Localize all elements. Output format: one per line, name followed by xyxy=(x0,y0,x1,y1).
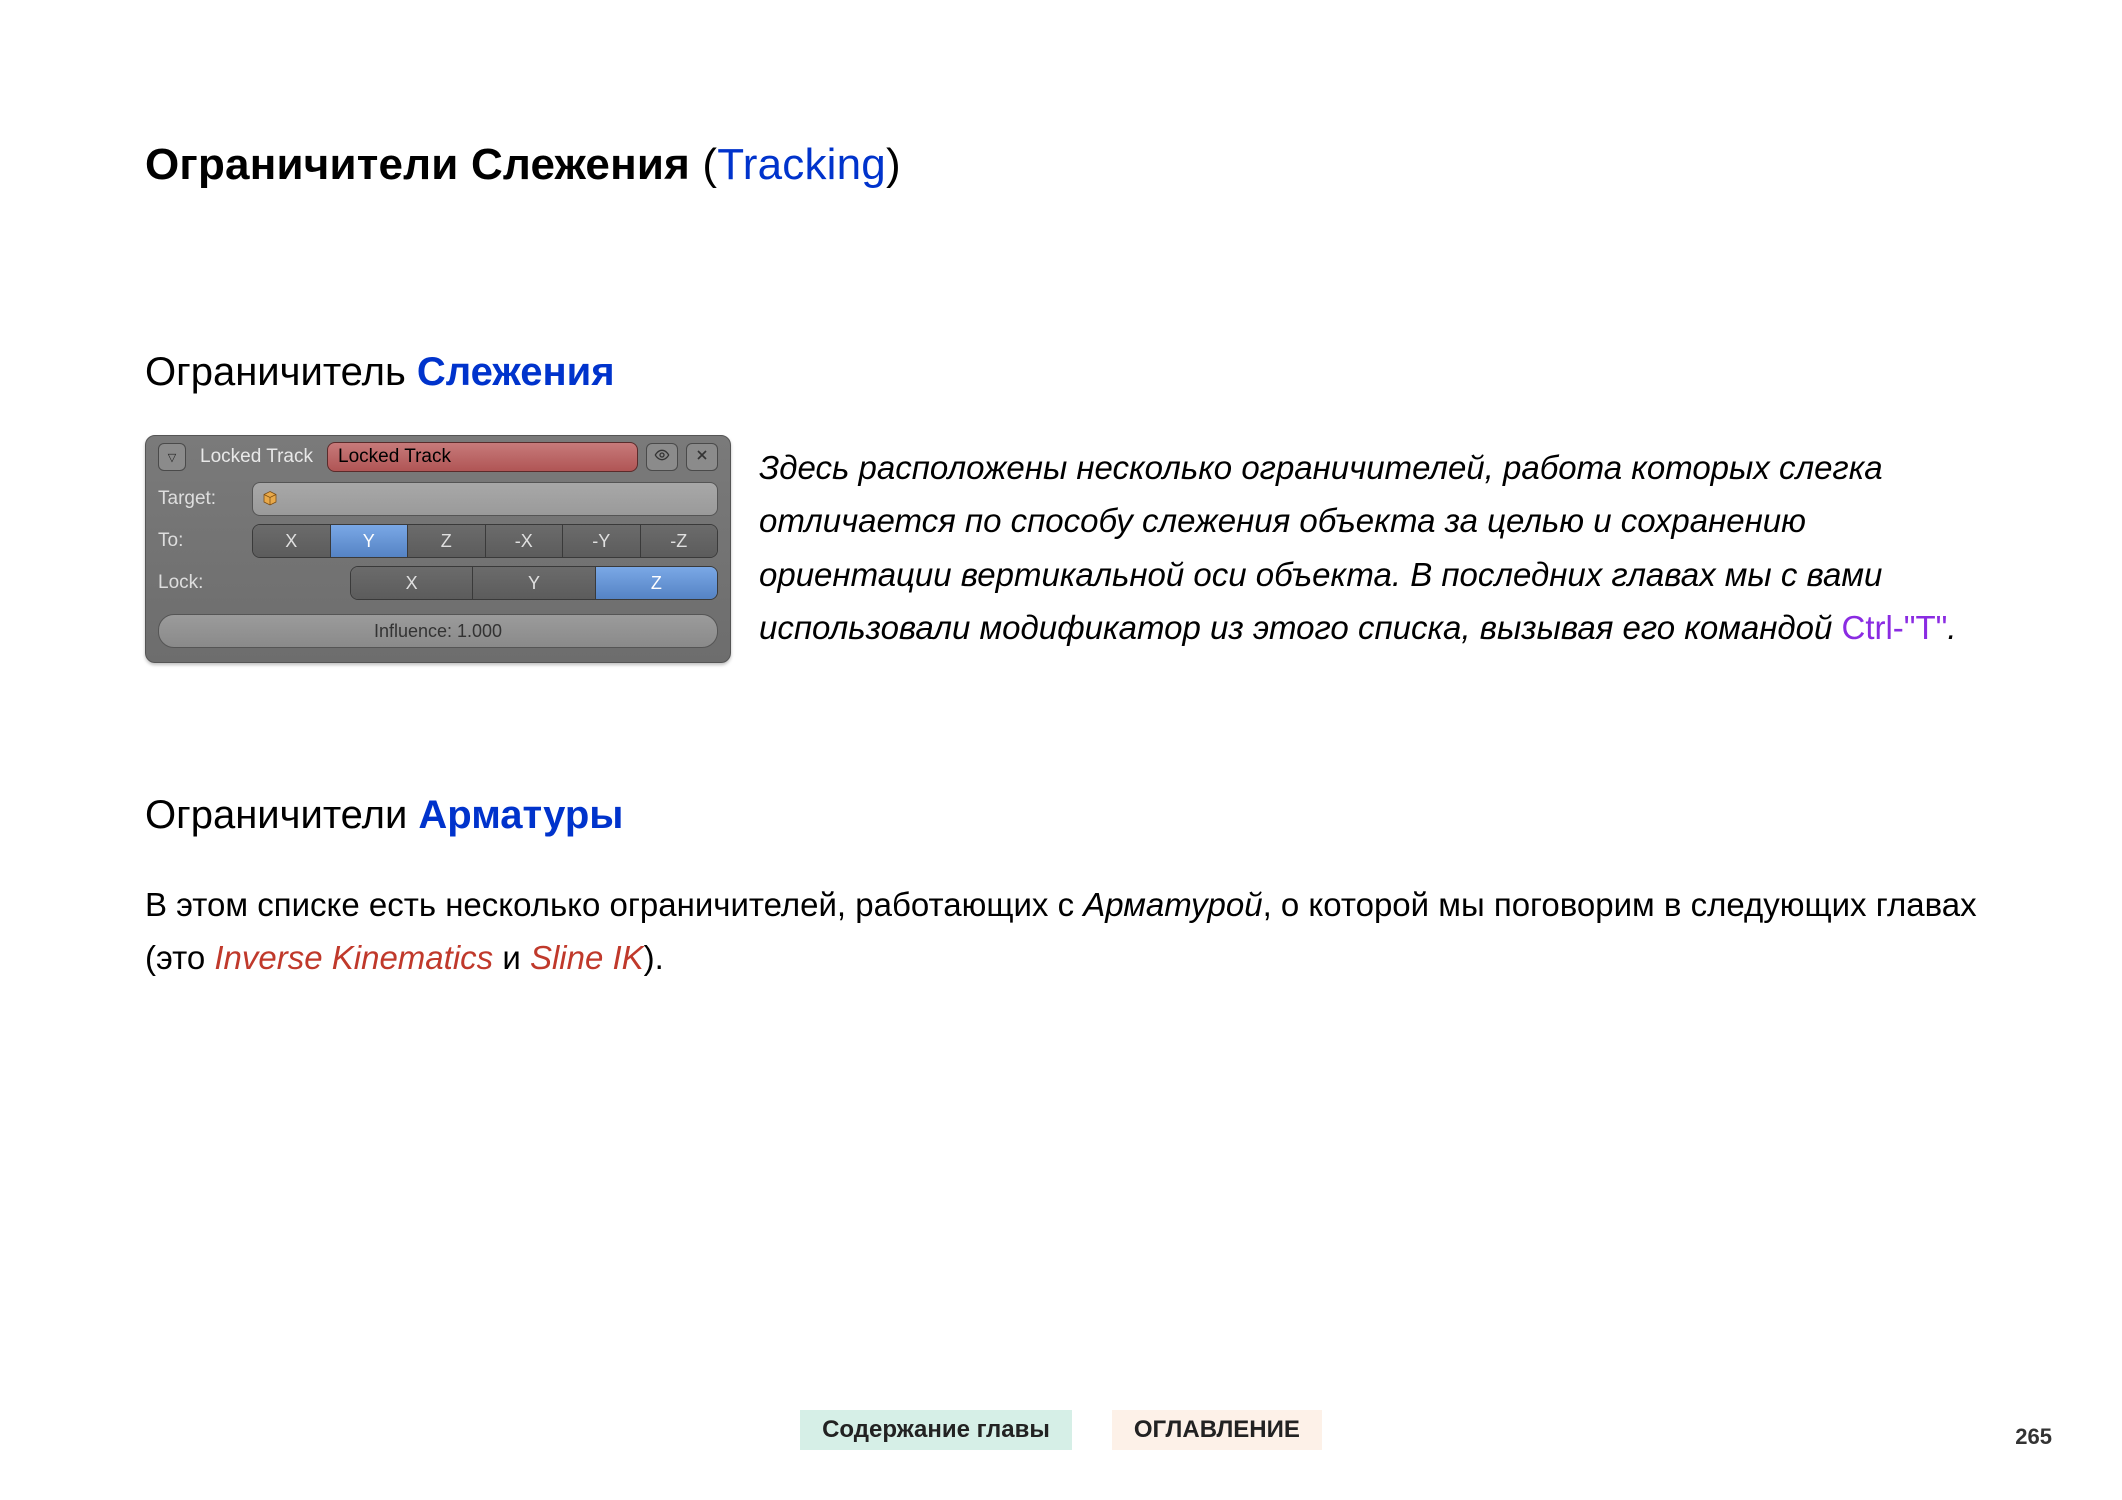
influence-label: Influence: 1.000 xyxy=(374,621,502,642)
title-tracking: Tracking xyxy=(717,140,886,189)
to-label: To: xyxy=(158,530,244,552)
to-axis-neg-y[interactable]: -Y xyxy=(563,525,641,557)
lock-label: Lock: xyxy=(158,572,244,594)
target-label: Target: xyxy=(158,488,244,510)
section1-command: Ctrl-"T" xyxy=(1841,609,1947,646)
locked-track-panel: ▽ Locked Track Locked Track xyxy=(145,435,731,663)
target-field[interactable] xyxy=(252,482,718,516)
section2-paragraph: В этом списке есть несколько ограничител… xyxy=(145,878,1977,985)
chapter-contents-link[interactable]: Содержание главы xyxy=(800,1410,1072,1450)
title-part1: Ограничители Слежения xyxy=(145,140,702,189)
page-title: Ограничители Слежения (Tracking) xyxy=(145,140,1977,190)
lock-axis-z[interactable]: Z xyxy=(596,567,717,599)
lock-axis-group: X Y Z xyxy=(350,566,718,600)
to-axis-neg-x[interactable]: -X xyxy=(486,525,564,557)
to-row: To: X Y Z -X -Y -Z xyxy=(158,520,718,562)
constraint-name-value: Locked Track xyxy=(338,446,451,468)
section2-highlight: Арматуры xyxy=(418,793,623,837)
section-tracking-heading: Ограничитель Слежения xyxy=(145,350,1977,395)
section2-ik: Inverse Kinematics xyxy=(214,939,493,976)
close-icon xyxy=(694,447,710,468)
eye-button[interactable] xyxy=(646,443,678,471)
section2-armature: Арматурой xyxy=(1083,886,1262,923)
to-axis-x[interactable]: X xyxy=(253,525,331,557)
to-axis-z[interactable]: Z xyxy=(408,525,486,557)
panel-type-label: Locked Track xyxy=(200,446,313,468)
footer-nav: Содержание главы ОГЛАВЛЕНИЕ xyxy=(0,1410,2122,1450)
title-paren-close: ) xyxy=(886,140,901,189)
constraint-panel-screenshot: ▽ Locked Track Locked Track xyxy=(145,435,731,663)
to-axis-neg-z[interactable]: -Z xyxy=(641,525,718,557)
constraint-name-field[interactable]: Locked Track xyxy=(327,442,638,472)
collapse-toggle[interactable]: ▽ xyxy=(158,443,186,471)
panel-header: ▽ Locked Track Locked Track xyxy=(158,436,718,478)
section1-text: Здесь расположены несколько ограничителе… xyxy=(759,449,1883,646)
cube-icon xyxy=(261,490,279,508)
close-button[interactable] xyxy=(686,443,718,471)
to-axis-group: X Y Z -X -Y -Z xyxy=(252,524,718,558)
toc-link[interactable]: ОГЛАВЛЕНИЕ xyxy=(1112,1410,1322,1450)
lock-axis-x[interactable]: X xyxy=(351,567,473,599)
section2-tail: ). xyxy=(644,939,664,976)
page-number: 265 xyxy=(2015,1424,2052,1450)
target-row: Target: xyxy=(158,478,718,520)
lock-axis-y[interactable]: Y xyxy=(473,567,595,599)
section1-prefix: Ограничитель xyxy=(145,350,417,394)
section1-tail: . xyxy=(1947,609,1956,646)
section2-and: и xyxy=(493,939,530,976)
section2-prefix: Ограничители xyxy=(145,793,418,837)
section1-paragraph: Здесь расположены несколько ограничителе… xyxy=(759,435,1977,655)
section1-highlight: Слежения xyxy=(417,350,615,394)
to-axis-y[interactable]: Y xyxy=(331,525,409,557)
triangle-down-icon: ▽ xyxy=(168,451,176,464)
title-paren-open: ( xyxy=(702,140,717,189)
section2-a: В этом списке есть несколько ограничител… xyxy=(145,886,1083,923)
section-armature-heading: Ограничители Арматуры xyxy=(145,793,1977,838)
eye-icon xyxy=(654,447,670,468)
section2-sline: Sline IK xyxy=(530,939,644,976)
influence-slider[interactable]: Influence: 1.000 xyxy=(158,614,718,648)
lock-row: Lock: X Y Z xyxy=(158,562,718,604)
